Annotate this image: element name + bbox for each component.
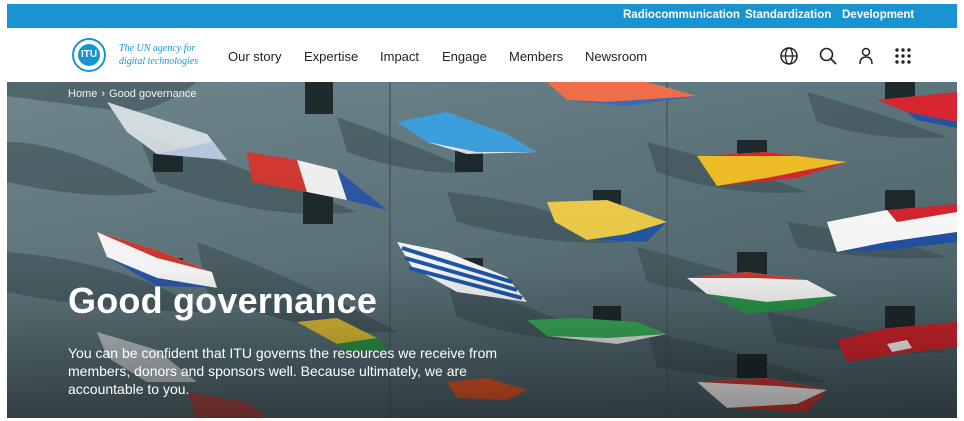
- itu-logo[interactable]: ITU: [72, 38, 106, 72]
- nav-newsroom[interactable]: Newsroom: [585, 49, 647, 64]
- nav-impact[interactable]: Impact: [380, 49, 419, 64]
- search-icon[interactable]: [817, 45, 839, 67]
- page: Radiocommunication Standardization Devel…: [7, 4, 957, 418]
- tagline-line-1: The UN agency for: [119, 43, 196, 54]
- hero-banner: Home › Good governance Good governance You…: [7, 82, 957, 418]
- user-icon[interactable]: [855, 45, 877, 67]
- sector-link-radiocommunication[interactable]: Radiocommunication: [623, 9, 740, 21]
- sector-bar: Radiocommunication Standardization Devel…: [7, 4, 957, 28]
- breadcrumb-current: Good governance: [109, 88, 197, 100]
- nav-engage[interactable]: Engage: [442, 49, 487, 64]
- tagline-line-2: digital technologies: [119, 56, 199, 67]
- logo-tagline[interactable]: The UN agency for digital technologies: [119, 42, 229, 68]
- globe-icon[interactable]: [778, 45, 800, 67]
- sector-link-standardization[interactable]: Standardization: [745, 9, 831, 21]
- page-title: Good governance: [68, 280, 378, 321]
- breadcrumb: Home › Good governance: [68, 88, 196, 100]
- nav-members[interactable]: Members: [509, 49, 563, 64]
- itu-logo-mark: ITU: [78, 44, 100, 66]
- sector-link-development[interactable]: Development: [842, 9, 914, 21]
- hero-description: You can be confident that ITU governs th…: [68, 345, 498, 397]
- nav-expertise[interactable]: Expertise: [304, 49, 358, 64]
- breadcrumb-separator: ›: [101, 88, 106, 100]
- apps-grid-icon[interactable]: [892, 45, 914, 67]
- main-navigation: ITU The UN agency for digital technologi…: [7, 28, 957, 82]
- nav-our-story[interactable]: Our story: [228, 49, 281, 64]
- breadcrumb-home-link[interactable]: Home: [68, 88, 97, 100]
